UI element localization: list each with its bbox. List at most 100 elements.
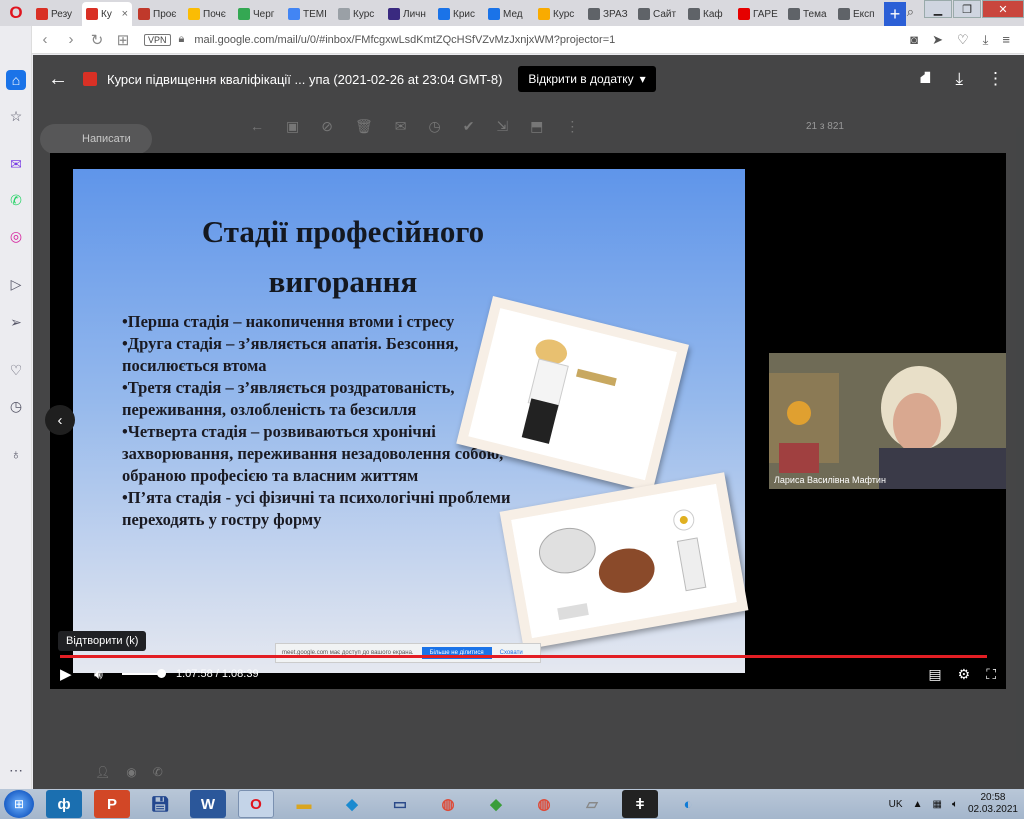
maximize-button[interactable]: ❐ (953, 0, 981, 18)
browser-tab[interactable]: Ку × (82, 2, 132, 26)
star-icon[interactable]: ☆ (6, 106, 26, 126)
tab-search-icon[interactable]: ⌕ (907, 4, 914, 20)
explorer-folder-icon[interactable]: ▬ (286, 790, 322, 818)
move-to-icon[interactable]: ⇲ (496, 118, 508, 135)
taskbar-app-icon[interactable]: ф (46, 790, 82, 818)
compose-button[interactable]: Написати (40, 124, 152, 154)
opera-taskbar-icon[interactable]: O (238, 790, 274, 818)
vpn-badge[interactable]: VPN (144, 33, 171, 46)
browser-tab[interactable]: Курс (534, 2, 582, 26)
phone-icon[interactable]: ✆ (153, 765, 163, 779)
browser-tab[interactable]: ГАРЕ (734, 2, 782, 26)
back-to-inbox-icon[interactable]: ← (250, 118, 264, 135)
forward-nav-icon[interactable]: › (58, 31, 84, 48)
sound-icon[interactable]: 🔈︎ (952, 799, 958, 810)
whatsapp-icon[interactable]: ✆ (6, 190, 26, 210)
opera-menu-icon[interactable]: O (0, 0, 32, 26)
messenger-icon[interactable]: ✉ (6, 154, 26, 174)
save-floppy-icon[interactable]: 💾︎ (142, 790, 178, 818)
clock-time: 20:58 (980, 792, 1006, 803)
browser-tab[interactable]: Курс (334, 2, 382, 26)
language-indicator[interactable]: UK (889, 799, 903, 810)
chat-icon[interactable]: ◉ (126, 765, 136, 779)
download-icon[interactable]: ⤓ (983, 32, 989, 48)
taskbar-app-icon-4[interactable]: ǂ (622, 790, 658, 818)
browser-tab[interactable]: Черг (234, 2, 282, 26)
add-to-drive-icon[interactable]: ⛘ (920, 68, 932, 90)
taskbar-app-icon-3[interactable]: ▱ (574, 790, 610, 818)
browser-tab[interactable]: Експ (834, 2, 882, 26)
browser-tab[interactable]: ЗРАЗ (584, 2, 632, 26)
back-nav-icon[interactable]: ‹ (32, 31, 58, 48)
pin-icon[interactable]: ♁ (6, 444, 26, 464)
browser-tab[interactable]: ТЕМІ (284, 2, 332, 26)
browser-tab[interactable]: Сайт (634, 2, 682, 26)
favorites-icon[interactable]: ♡ (6, 360, 26, 380)
snooze-icon[interactable]: ◷ (428, 118, 440, 135)
new-tab-button[interactable]: + (884, 2, 906, 26)
browser-tab[interactable]: Тема (784, 2, 832, 26)
archive-icon[interactable]: ▣ (286, 118, 299, 135)
player-icon[interactable]: ▷ (6, 274, 26, 294)
volume-icon[interactable]: 🔊︎ (94, 666, 114, 683)
browser-tab[interactable]: Мед (484, 2, 532, 26)
camera-icon[interactable]: ◙ (910, 32, 918, 48)
browser-tab[interactable]: Проє (134, 2, 182, 26)
instagram-icon[interactable]: ◎ (6, 226, 26, 246)
tab-close-icon[interactable]: × (122, 8, 128, 20)
contacts-icon[interactable]: 👤︎ (95, 765, 110, 779)
more-actions-icon[interactable]: ⋮ (987, 69, 1004, 89)
spam-icon[interactable]: ⊘ (321, 118, 333, 135)
more-icon[interactable]: ⋯ (6, 760, 26, 780)
powerpoint-icon[interactable]: P (94, 790, 130, 818)
label-icon[interactable]: ⬒ (530, 118, 543, 135)
browser-tab[interactable]: Крис (434, 2, 482, 26)
volume-slider[interactable] (122, 669, 166, 678)
sims-icon[interactable]: ◆ (478, 790, 514, 818)
lock-icon[interactable]: 🔒︎ (179, 33, 185, 46)
play-icon[interactable]: ▶ (60, 665, 80, 683)
network-icon[interactable]: ▦ (932, 799, 941, 810)
send-sidebar-icon[interactable]: ➢ (6, 312, 26, 332)
word-icon[interactable]: W (190, 790, 226, 818)
heart-icon[interactable]: ♡ (957, 32, 969, 48)
history-icon[interactable]: ◷ (6, 396, 26, 416)
delete-icon[interactable]: 🗑︎ (355, 118, 373, 135)
subtitles-icon[interactable]: ▤ (928, 666, 941, 683)
chrome-icon[interactable]: ◍ (430, 790, 466, 818)
open-with-button[interactable]: Відкрити в додатку ▾ (518, 66, 656, 92)
reload-icon[interactable]: ↻ (84, 31, 110, 49)
add-task-icon[interactable]: ✔ (463, 118, 475, 135)
video-time: 1:07:58 / 1:08:39 (176, 668, 259, 680)
taskbar-app-icon-2[interactable]: ◆ (334, 790, 370, 818)
monitor-icon[interactable]: ▭ (382, 790, 418, 818)
edge-icon[interactable]: ◐ (670, 790, 706, 818)
previous-item-button[interactable]: ‹ (45, 405, 75, 435)
mark-unread-icon[interactable]: ✉ (395, 118, 407, 135)
url-field[interactable]: mail.google.com/mail/u/0/#inbox/FMfcgxwL… (194, 34, 615, 46)
video-progress-bar[interactable] (60, 655, 987, 658)
close-viewer-button[interactable]: ← (33, 68, 83, 91)
start-button[interactable]: ⊞ (4, 790, 34, 818)
menu-icon[interactable]: ≡ (1002, 32, 1010, 48)
tray-expand-icon[interactable]: ▲ (913, 799, 923, 810)
tab-label: ТЕМІ (303, 8, 327, 20)
download-file-icon[interactable]: ⤓ (955, 69, 963, 89)
settings-gear-icon[interactable]: ⚙ (958, 666, 971, 683)
tab-label: Мед (503, 8, 523, 20)
send-icon[interactable]: ➤ (932, 32, 943, 48)
browser-tab[interactable]: Каф (684, 2, 732, 26)
clock[interactable]: 20:58 02.03.2021 (968, 792, 1018, 816)
tabs-grid-icon[interactable]: ⊞ (110, 31, 136, 49)
browser-tab[interactable]: Резу (32, 2, 80, 26)
workspace-icon[interactable]: ⌂ (6, 70, 26, 90)
browser-tab[interactable]: Почє (184, 2, 232, 26)
tab-favicon-icon (288, 8, 300, 20)
browser-tab[interactable]: Личн (384, 2, 432, 26)
more-options-icon[interactable]: ⋮ (565, 118, 579, 135)
minimize-button[interactable]: ▁ (924, 0, 952, 18)
chrome-user-icon[interactable]: ◍ (526, 790, 562, 818)
fullscreen-icon[interactable]: ⛶ (986, 666, 996, 683)
close-window-button[interactable]: ✕ (982, 0, 1024, 18)
tab-favicon-icon (188, 8, 200, 20)
